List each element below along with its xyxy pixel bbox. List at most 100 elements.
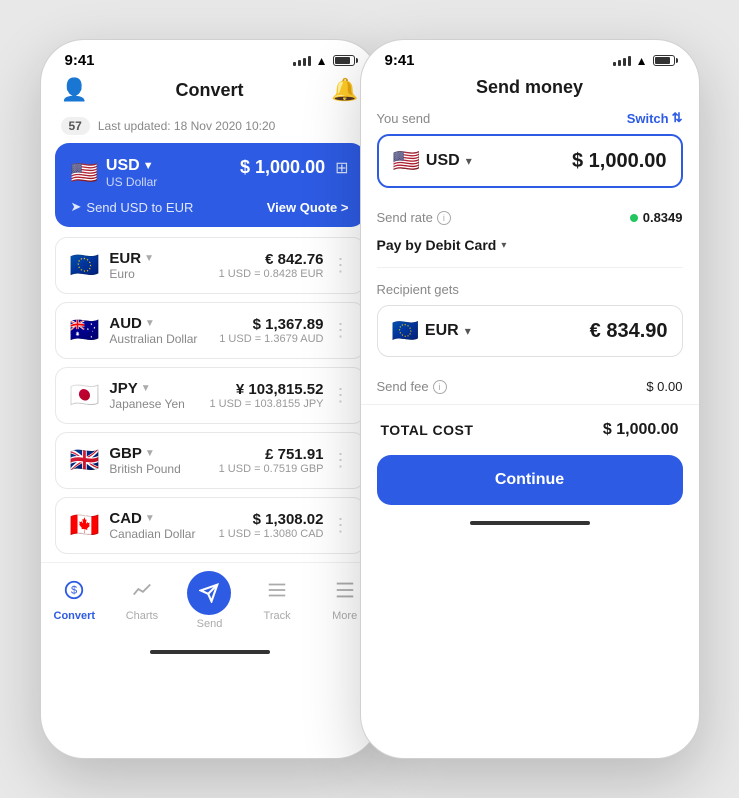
calculator-icon[interactable]: ⊞	[335, 158, 348, 178]
main-code: USD ▼	[106, 157, 157, 175]
name-jpy: Japanese Yen	[109, 397, 184, 411]
send-flag: 🇺🇸	[393, 148, 420, 174]
send-rate-info-icon[interactable]: i	[437, 211, 451, 225]
svg-text:$: $	[71, 585, 77, 597]
currency-item-aud[interactable]: 🇦🇺 AUD ▼ Australian Dollar $ 1,367.89 1 …	[55, 302, 365, 359]
amount-aud: $ 1,367.89	[219, 316, 323, 333]
nav-convert[interactable]: $ Convert	[41, 579, 109, 622]
send-nav-icon[interactable]	[187, 571, 231, 615]
currency-item-cad[interactable]: 🇨🇦 CAD ▼ Canadian Dollar $ 1,308.02 1 US…	[55, 497, 365, 554]
bell-icon[interactable]: 🔔	[331, 77, 358, 103]
name-gbp: British Pound	[109, 462, 180, 476]
pay-method-chevron: ▾	[501, 240, 506, 251]
amount-eur: € 842.76	[219, 251, 324, 268]
you-send-label: You send	[377, 111, 431, 126]
code-jpy: JPY ▼	[109, 380, 184, 397]
battery-icon	[333, 55, 355, 66]
dots-icon-cad[interactable]: ⋮	[332, 515, 350, 536]
nav-track-label: Track	[264, 610, 291, 622]
continue-button[interactable]: Continue	[377, 455, 683, 505]
nav-send[interactable]: Send	[176, 571, 244, 630]
send-arrow-icon: ➤	[71, 199, 82, 215]
main-name: US Dollar	[106, 175, 157, 189]
pay-method-row[interactable]: Pay by Debit Card ▾	[377, 231, 683, 268]
status-bar-2: 9:41 ▲	[361, 40, 699, 73]
recipient-currency-selector[interactable]: 🇪🇺 EUR ▾	[392, 318, 471, 344]
update-text: Last updated: 18 Nov 2020 10:20	[98, 119, 275, 133]
green-dot-icon	[630, 214, 638, 222]
dots-icon-aud[interactable]: ⋮	[332, 320, 350, 341]
switch-button[interactable]: Switch ⇅	[627, 110, 683, 126]
send-fee-label: Send fee i	[377, 379, 447, 394]
more-icon	[334, 579, 356, 607]
nav-convert-label: Convert	[54, 610, 96, 622]
currency-list: 🇪🇺 EUR ▼ Euro € 842.76 1 USD = 0.8428 EU…	[41, 237, 379, 562]
send-code: USD	[426, 152, 460, 170]
send-amount: $ 1,000.00	[572, 150, 667, 173]
time-2: 9:41	[385, 52, 415, 69]
rate-gbp: 1 USD = 0.7519 GBP	[219, 463, 324, 475]
recipient-flag: 🇪🇺	[392, 318, 419, 344]
send-fee-info-icon[interactable]: i	[433, 380, 447, 394]
update-bar: 57 Last updated: 18 Nov 2020 10:20	[41, 113, 379, 143]
view-quote-btn[interactable]: View Quote >	[267, 200, 349, 215]
total-cost-bar: TOTAL COST $ 1,000.00	[361, 404, 699, 455]
currency-item-eur[interactable]: 🇪🇺 EUR ▼ Euro € 842.76 1 USD = 0.8428 EU…	[55, 237, 365, 294]
send-fee-value: $ 0.00	[646, 379, 682, 394]
recipient-amount: € 834.90	[590, 320, 668, 343]
send-fee-row: Send fee i $ 0.00	[377, 369, 683, 404]
wifi-icon: ▲	[316, 54, 328, 68]
bottom-nav: $ Convert Charts	[41, 562, 379, 646]
app-header-1: 👤 Convert 🔔	[41, 73, 379, 113]
send-currency-chevron: ▾	[466, 154, 472, 168]
wifi-icon-2: ▲	[636, 54, 648, 68]
you-send-card[interactable]: 🇺🇸 USD ▾ $ 1,000.00	[377, 134, 683, 188]
dots-icon-eur[interactable]: ⋮	[332, 255, 350, 276]
send-currency-selector[interactable]: 🇺🇸 USD ▾	[393, 148, 472, 174]
nav-charts[interactable]: Charts	[108, 579, 176, 622]
status-icons-2: ▲	[613, 54, 675, 68]
flag-cad: 🇨🇦	[70, 511, 100, 540]
page-title-1: Convert	[175, 80, 243, 101]
code-gbp: GBP ▼	[109, 445, 180, 462]
track-icon	[266, 579, 288, 607]
code-eur: EUR ▼	[109, 250, 154, 267]
status-bar-1: 9:41 ▲	[41, 40, 379, 73]
switch-icon: ⇅	[672, 110, 683, 126]
nav-more-label: More	[332, 610, 357, 622]
rate-eur: 1 USD = 0.8428 EUR	[219, 268, 324, 280]
send-rate-row: Send rate i 0.8349	[377, 200, 683, 231]
main-flag: 🇺🇸	[71, 160, 98, 186]
signal-icon	[293, 56, 311, 66]
main-amount: $ 1,000.00	[240, 157, 325, 178]
nav-charts-label: Charts	[126, 610, 158, 622]
phone-1: 9:41 ▲ 👤 Convert	[40, 39, 380, 759]
you-send-section: You send Switch ⇅ 🇺🇸 USD ▾ $ 1,000.00	[361, 110, 699, 404]
battery-icon-2	[653, 55, 675, 66]
currency-item-jpy[interactable]: 🇯🇵 JPY ▼ Japanese Yen ¥ 103,815.52 1 USD…	[55, 367, 365, 424]
flag-jpy: 🇯🇵	[70, 381, 100, 410]
signal-icon-2	[613, 56, 631, 66]
recipient-code: EUR	[425, 322, 459, 340]
name-eur: Euro	[109, 267, 154, 281]
convert-icon: $	[63, 579, 85, 607]
send-label: ➤ Send USD to EUR	[71, 199, 194, 215]
update-badge: 57	[61, 117, 90, 135]
send-rate-label: Send rate i	[377, 210, 451, 225]
dots-icon-jpy[interactable]: ⋮	[332, 385, 350, 406]
total-cost-value: $ 1,000.00	[603, 421, 679, 439]
send-money-title: Send money	[361, 73, 699, 110]
main-currency-card[interactable]: 🇺🇸 USD ▼ US Dollar $ 1,000.00 ⊞	[55, 143, 365, 227]
phone-2: 9:41 ▲ Send money	[360, 39, 700, 759]
total-cost-label: TOTAL COST	[381, 422, 474, 438]
amount-cad: $ 1,308.02	[219, 511, 324, 528]
dots-icon-gbp[interactable]: ⋮	[332, 450, 350, 471]
recipient-currency-chevron: ▾	[465, 324, 471, 338]
currency-item-gbp[interactable]: 🇬🇧 GBP ▼ British Pound £ 751.91 1 USD = …	[55, 432, 365, 489]
home-indicator-1	[150, 650, 270, 654]
send-rate-value: 0.8349	[630, 210, 683, 225]
flag-gbp: 🇬🇧	[70, 446, 100, 475]
user-icon[interactable]: 👤	[61, 77, 88, 103]
recipient-gets-card[interactable]: 🇪🇺 EUR ▾ € 834.90	[377, 305, 683, 357]
nav-track[interactable]: Track	[243, 579, 311, 622]
